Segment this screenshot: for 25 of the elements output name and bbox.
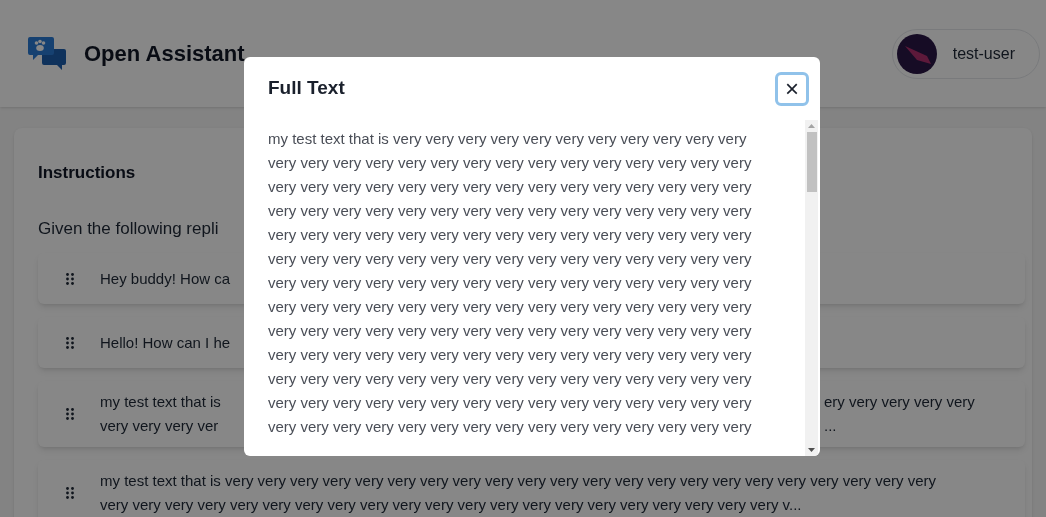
reply-text: very very very very very very very very very very very very very very very very very very very very very v...: [100, 495, 802, 515]
reply-text: very very very ver: [100, 416, 219, 436]
app-title: Open Assistant: [84, 40, 245, 68]
full-text-line: very very very very very very very very very very very very very very very: [268, 321, 752, 341]
full-text-line: very very very very very very very very very very very very very very very: [268, 225, 752, 245]
full-text-line: very very very very very very very very very very very very very very very: [268, 177, 752, 197]
full-text-line: very very very very very very very very very very very very very very very: [268, 417, 752, 437]
full-text-line: very very very very very very very very very very very very very very very: [268, 153, 752, 173]
reply-text: my test text that is very very very very very very very very very very very very very very very very very very very very very very: [100, 471, 936, 491]
full-text-line: my test text that is very very very very very very very very very very very: [268, 129, 747, 149]
instructions-prompt: Given the following repli: [38, 217, 219, 240]
reply-text: Hey buddy! How ca: [100, 268, 231, 289]
reply-text: my test text that is: [100, 392, 221, 412]
full-text-line: very very very very very very very very very very very very very very very: [268, 369, 752, 389]
instructions-heading: Instructions: [38, 162, 136, 184]
reply-text: ery very very very very: [824, 392, 975, 412]
reply-text: ...: [824, 416, 837, 436]
full-text-line: very very very very very very very very very very very very very very very: [268, 393, 752, 413]
full-text-line: very very very very very very very very very very very very very very very: [268, 201, 752, 221]
full-text-line: very very very very very very very very very very very very very very very: [268, 273, 752, 293]
full-text-line: very very very very very very very very very very very very very very very: [268, 345, 752, 365]
dialog-title: Full Text: [268, 76, 345, 101]
full-text-line: very very very very very very very very very very very very very very very: [268, 297, 752, 317]
full-text-line: very very very very very very very very very very very very very very very: [268, 249, 752, 269]
reply-text: Hello! How can I he: [100, 332, 231, 353]
